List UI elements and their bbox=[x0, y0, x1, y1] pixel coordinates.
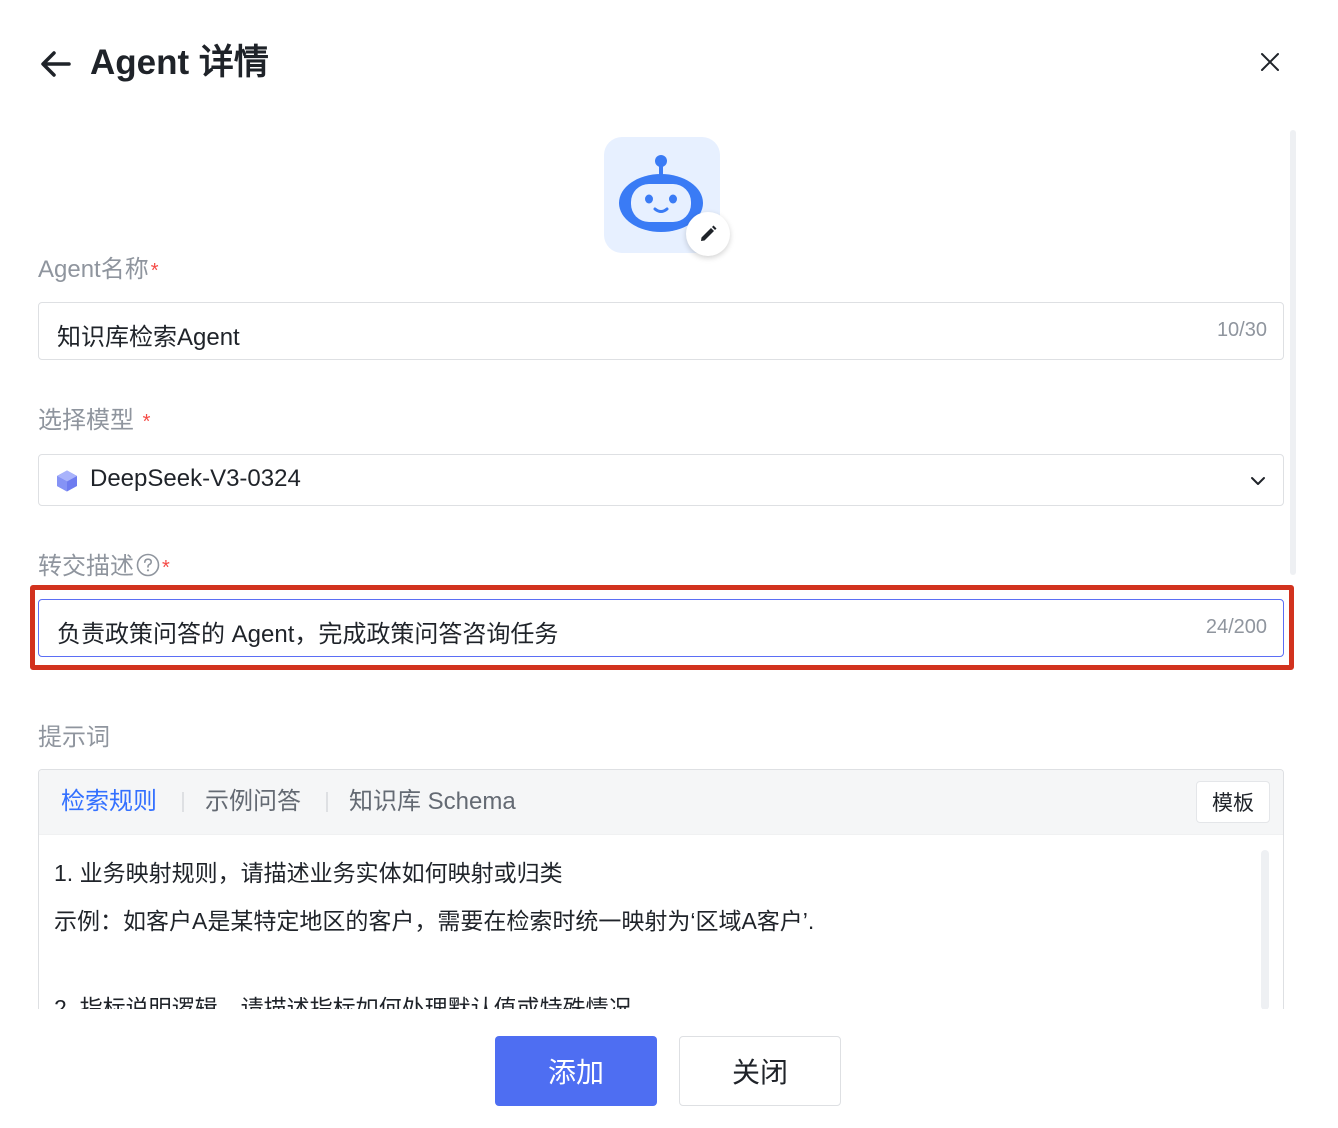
close-icon[interactable] bbox=[1252, 44, 1288, 80]
model-label: 选择模型 * bbox=[38, 407, 151, 434]
page-title: Agent 详情 bbox=[90, 43, 269, 82]
dialog-header: Agent 详情 bbox=[0, 0, 1338, 125]
help-icon[interactable] bbox=[136, 553, 160, 577]
prompt-tabs: 检索规则 示例问答 知识库 Schema 模板 bbox=[39, 770, 1283, 835]
prompt-label: 提示词 bbox=[38, 724, 110, 751]
pencil-icon bbox=[701, 225, 717, 241]
handoff-label: 转交描述 * bbox=[38, 553, 170, 580]
add-button[interactable]: 添加 bbox=[495, 1036, 657, 1106]
required-mark: * bbox=[162, 557, 170, 579]
highlight-box bbox=[30, 585, 1294, 670]
agent-name-counter: 10/30 bbox=[1216, 319, 1267, 341]
tab-example-qa[interactable]: 示例问答 bbox=[205, 786, 301, 818]
prompt-line: 2. 指标说明逻辑，请描述指标如何处理默认值或特殊情况 bbox=[54, 995, 632, 1009]
prompt-line: 示例：如客户A是某特定地区的客户，需要在检索时统一映射为‘区域A客户’. bbox=[54, 908, 815, 934]
close-button[interactable]: 关闭 bbox=[679, 1036, 841, 1106]
model-select[interactable]: DeepSeek-V3-0324 bbox=[38, 454, 1284, 506]
edit-avatar-button[interactable] bbox=[686, 212, 730, 256]
back-arrow-icon[interactable] bbox=[36, 44, 76, 84]
required-mark: * bbox=[150, 260, 159, 282]
prompt-editor[interactable]: 检索规则 示例问答 知识库 Schema 模板 1. 业务映射规则，请描述业务实… bbox=[38, 769, 1284, 1009]
agent-name-label: Agent名称 * bbox=[38, 256, 159, 283]
agent-name-input[interactable]: 知识库检索Agent 10/30 bbox=[38, 302, 1284, 360]
template-button[interactable]: 模板 bbox=[1196, 781, 1270, 823]
tab-divider bbox=[182, 792, 184, 812]
model-value: DeepSeek-V3-0324 bbox=[90, 465, 301, 492]
tab-retrieval-rules[interactable]: 检索规则 bbox=[61, 786, 157, 818]
prompt-line: 1. 业务映射规则，请描述业务实体如何映射或归类 bbox=[54, 860, 563, 886]
prompt-scrollbar[interactable] bbox=[1261, 850, 1269, 1009]
dialog-scrollbar-thumb[interactable] bbox=[1290, 130, 1296, 575]
tab-kb-schema[interactable]: 知识库 Schema bbox=[349, 786, 516, 818]
dialog-scrollbar[interactable] bbox=[1288, 130, 1298, 1005]
deepseek-cube-icon bbox=[55, 469, 79, 498]
chevron-down-icon bbox=[1249, 472, 1267, 495]
agent-name-value: 知识库检索Agent bbox=[57, 324, 240, 351]
tab-divider bbox=[326, 792, 328, 812]
required-mark: * bbox=[142, 411, 151, 433]
